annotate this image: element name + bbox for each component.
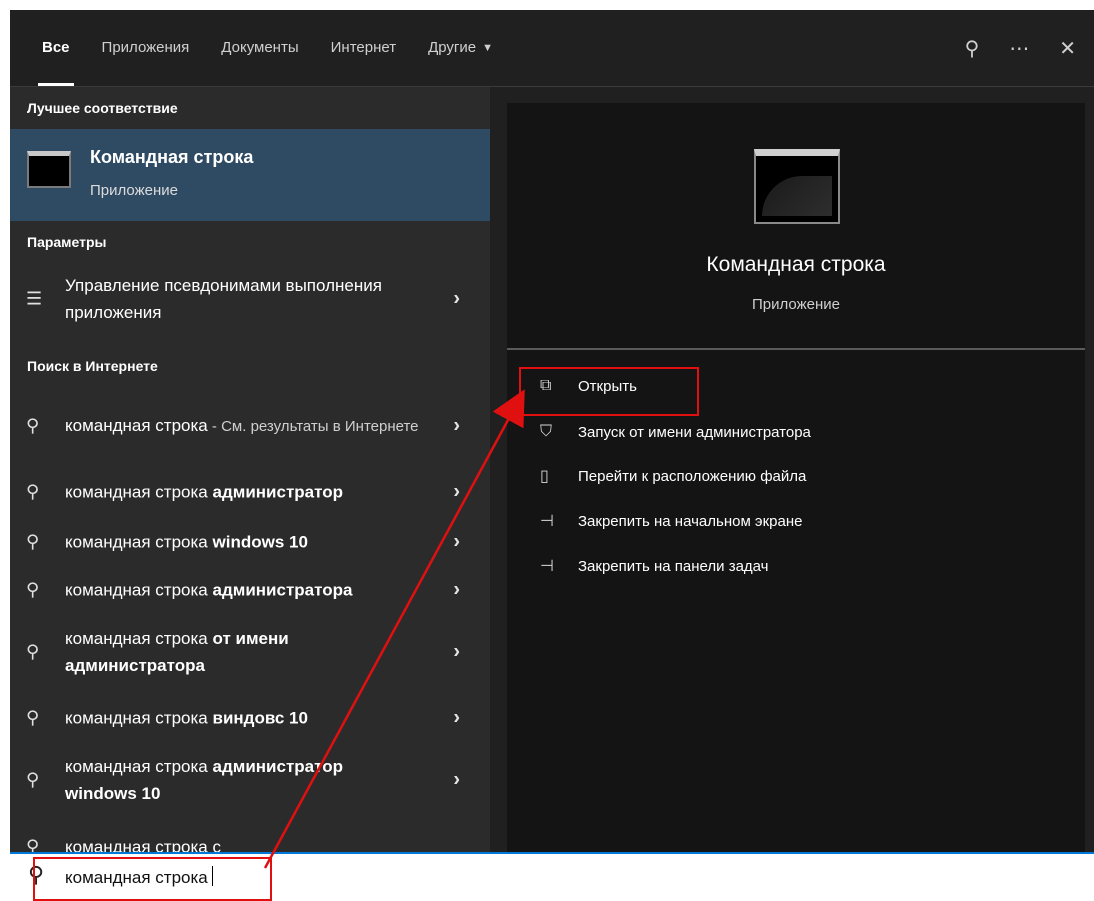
action-pin-taskbar[interactable]: ⊣ Закрепить на панели задач <box>540 551 769 581</box>
action-pin-start-label: Закрепить на начальном экране <box>578 512 803 530</box>
web-result-text: командная строка - См. результаты в Инте… <box>65 412 425 440</box>
web-result-item[interactable]: ⚲ командная строка от имени администрато… <box>10 617 490 687</box>
preview-panel: Командная строка Приложение ⧉ Открыть ⛉ … <box>507 103 1085 852</box>
caret-down-icon: ▼ <box>482 42 493 54</box>
header-actions: ⚲ ⋯ ✕ <box>965 10 1076 86</box>
web-result-query: командная строка <box>65 532 213 552</box>
section-web-search: Поиск в Интернете <box>27 358 158 374</box>
chevron-right-icon: › <box>453 768 460 791</box>
action-pin-taskbar-label: Закрепить на панели задач <box>578 557 769 575</box>
web-result-sub: - См. результаты в Интернете <box>207 418 419 435</box>
web-result-query: командная строка <box>65 482 213 502</box>
chevron-right-icon: › <box>453 640 460 663</box>
shield-icon: ⛉ <box>540 423 553 440</box>
settings-item-text: Управление псевдонимами выполнения прило… <box>65 276 382 322</box>
results-panel: Лучшее соответствие Командная строка При… <box>10 87 490 852</box>
tab-bar: Все Приложения Документы Интернет Другие… <box>38 10 525 86</box>
search-icon: ⚲ <box>26 531 40 552</box>
web-result-item[interactable]: ⚲ командная строка администратор windows… <box>10 745 490 815</box>
action-open-file-location[interactable]: ▯ Перейти к расположению файла <box>540 461 806 491</box>
section-settings: Параметры <box>27 234 107 250</box>
web-result-suffix: администратора <box>212 580 353 600</box>
chevron-right-icon: › <box>453 480 460 503</box>
tab-documents[interactable]: Документы <box>221 10 298 86</box>
close-icon[interactable]: ✕ <box>1059 36 1076 61</box>
annotation-open-highlight <box>519 367 699 416</box>
action-run-as-admin[interactable]: ⛉ Запуск от имени администратора <box>540 417 811 447</box>
chevron-right-icon: › <box>453 287 460 310</box>
web-result-text: командная строка администратор <box>65 479 425 506</box>
pin-icon: ⊣ <box>540 558 554 575</box>
chevron-right-icon: › <box>453 530 460 553</box>
web-result-suffix: виндовс 10 <box>212 708 308 728</box>
web-result-query: командная строка <box>65 708 213 728</box>
web-result-query: командная строка <box>65 580 213 600</box>
web-result-text: командная строка windows 10 <box>65 529 425 556</box>
web-result-item[interactable]: ⚲ командная строка администратора › <box>10 567 490 613</box>
tab-all[interactable]: Все <box>38 10 74 86</box>
annotation-search-highlight <box>33 857 272 901</box>
list-icon: ☰ <box>26 288 43 309</box>
action-run-as-admin-label: Запуск от имени администратора <box>578 423 811 441</box>
cmd-app-icon <box>27 151 71 188</box>
web-result-text: командная строка с <box>65 834 425 853</box>
feedback-icon[interactable]: ⚲ <box>965 36 980 61</box>
best-match-title: Командная строка <box>90 147 254 167</box>
cmd-preview-icon <box>754 149 840 224</box>
chevron-right-icon: › <box>453 706 460 729</box>
web-result-suffix: windows 10 <box>212 532 308 552</box>
web-result-query: командная строка <box>65 757 213 776</box>
web-result-query: командная строка <box>65 416 208 435</box>
web-result-item[interactable]: ⚲ командная строка администратор › <box>10 469 490 515</box>
tab-apps[interactable]: Приложения <box>102 10 190 86</box>
search-icon: ⚲ <box>26 836 40 853</box>
web-result-item[interactable]: ⚲ командная строка windows 10 › <box>10 519 490 565</box>
action-open-file-location-label: Перейти к расположению файла <box>578 467 807 485</box>
search-icon: ⚲ <box>26 579 40 600</box>
preview-divider <box>507 348 1085 350</box>
web-result-text: командная строка от имени администратора <box>65 625 365 679</box>
more-icon[interactable]: ⋯ <box>1009 36 1029 61</box>
search-icon: ⚲ <box>26 415 40 436</box>
pin-icon: ⊣ <box>540 513 554 530</box>
search-window: Все Приложения Документы Интернет Другие… <box>10 10 1094 852</box>
web-result-item[interactable]: ⚲ командная строка - См. результаты в Ин… <box>10 391 490 461</box>
search-header: Все Приложения Документы Интернет Другие… <box>10 10 1094 87</box>
web-result-query: командная строка <box>65 629 213 648</box>
preview-title: Командная строка <box>706 253 886 276</box>
tab-other-label: Другие <box>428 39 477 56</box>
tab-other[interactable]: Другие ▼ <box>428 10 493 86</box>
action-pin-start[interactable]: ⊣ Закрепить на начальном экране <box>540 506 802 536</box>
web-result-item[interactable]: ⚲ командная строка виндовс 10 › <box>10 695 490 741</box>
search-icon: ⚲ <box>26 481 40 502</box>
web-result-text: командная строка администратора <box>65 577 425 604</box>
preview-subtitle: Приложение <box>752 296 840 313</box>
search-icon: ⚲ <box>26 769 40 790</box>
web-result-suffix: администратор <box>212 482 343 502</box>
section-best-match: Лучшее соответствие <box>27 100 178 116</box>
web-result-item[interactable]: ⚲ командная строка с <box>10 827 490 853</box>
settings-item[interactable]: ☰ Управление псевдонимами выполнения при… <box>10 265 490 333</box>
web-result-text: командная строка администратор windows 1… <box>65 753 395 807</box>
chevron-right-icon: › <box>453 578 460 601</box>
chevron-right-icon: › <box>453 414 460 437</box>
best-match-subtitle: Приложение <box>90 182 178 199</box>
search-icon: ⚲ <box>26 641 40 662</box>
web-result-text: командная строка виндовс 10 <box>65 705 425 732</box>
tab-internet[interactable]: Интернет <box>331 10 396 86</box>
web-result-query: командная строка с <box>65 837 221 853</box>
folder-icon: ▯ <box>540 468 549 485</box>
best-match-item[interactable]: Командная строка Приложение <box>10 129 490 221</box>
search-icon: ⚲ <box>26 707 40 728</box>
